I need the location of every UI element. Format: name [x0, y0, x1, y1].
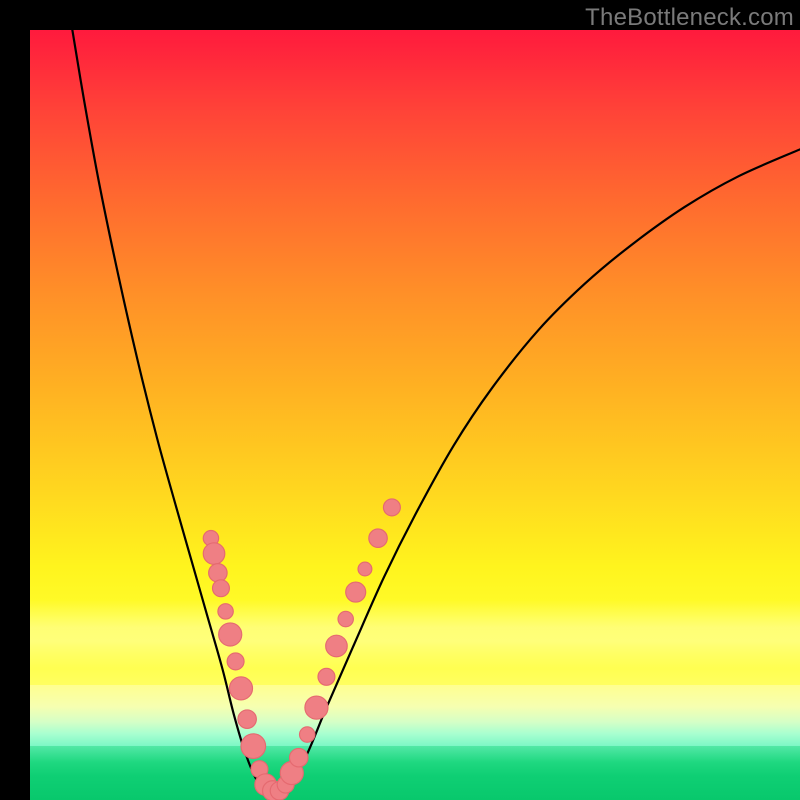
curve-marker: [383, 499, 400, 516]
curve-marker: [305, 696, 328, 719]
curve-markers: [203, 499, 400, 800]
curve-marker: [326, 635, 348, 657]
curve-marker: [218, 604, 233, 619]
chart-frame: TheBottleneck.com: [0, 0, 800, 800]
curve-marker: [300, 727, 315, 742]
bottleneck-curve: [72, 30, 800, 794]
curve-svg: [30, 30, 800, 800]
curve-marker: [289, 748, 307, 766]
curve-marker: [229, 677, 252, 700]
curve-marker: [209, 564, 227, 582]
curve-marker: [358, 562, 372, 576]
curve-marker: [346, 582, 366, 602]
curve-marker: [369, 529, 387, 547]
curve-marker: [203, 543, 225, 565]
watermark-text: TheBottleneck.com: [585, 4, 794, 32]
curve-marker: [318, 668, 335, 685]
curve-marker: [227, 653, 244, 670]
curve-marker: [212, 580, 229, 597]
curve-marker: [241, 734, 266, 759]
curve-marker: [338, 611, 353, 626]
plot-area: [30, 30, 800, 800]
curve-marker: [219, 623, 242, 646]
curve-marker: [238, 710, 256, 728]
